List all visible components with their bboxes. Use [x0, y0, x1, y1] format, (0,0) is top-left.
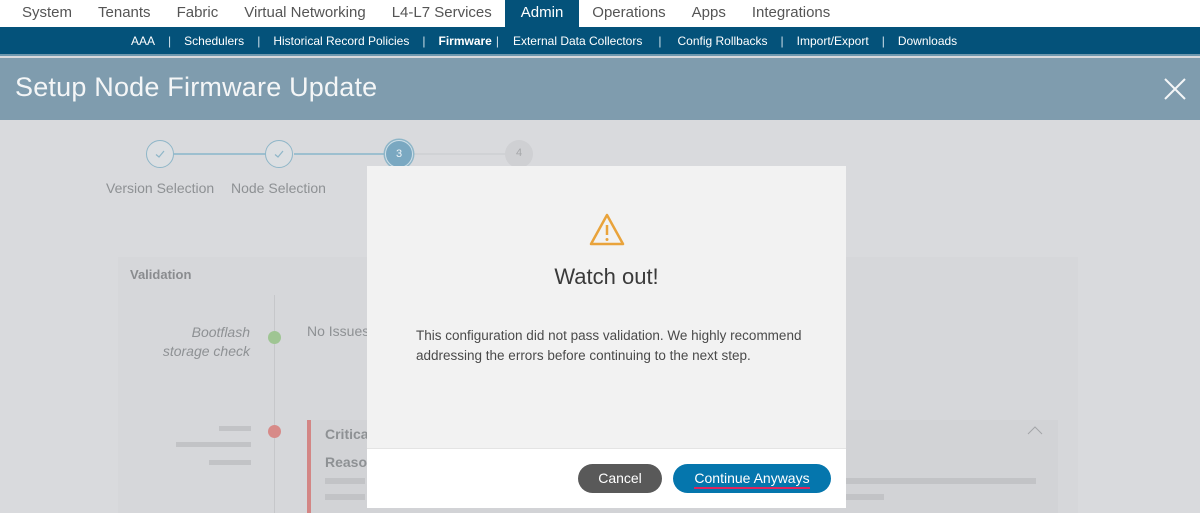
subnav-config-rollbacks[interactable]: Config Rollbacks [677, 34, 767, 48]
modal-footer: Cancel Continue Anyways [367, 448, 846, 508]
chevron-up-icon[interactable] [1027, 425, 1043, 435]
check-label-line: storage check [162, 343, 250, 359]
tab-fabric[interactable]: Fabric [164, 0, 232, 27]
tab-tenants[interactable]: Tenants [85, 0, 164, 27]
close-icon[interactable] [1163, 77, 1187, 101]
check-label-line: Bootflash [191, 324, 250, 340]
sub-nav: AAA | Schedulers | Historical Record Pol… [0, 27, 1200, 56]
checkmark-icon [274, 150, 284, 158]
validation-title: Validation [130, 267, 192, 282]
blurred-text [325, 494, 365, 500]
step-2-label: Node Selection [231, 180, 326, 196]
wizard-title: Setup Node Firmware Update [15, 72, 378, 102]
subnav-separator: | [881, 33, 885, 48]
tab-integrations[interactable]: Integrations [739, 0, 843, 27]
subnav-separator: | [422, 33, 426, 48]
subnav-aaa[interactable]: AAA [131, 34, 155, 48]
timeline-line [274, 295, 275, 513]
modal-message: This configuration did not pass validati… [416, 328, 802, 363]
modal-title: Watch out! [554, 264, 659, 289]
continue-anyways-button[interactable]: Continue Anyways [673, 464, 831, 493]
wizard-header: Setup Node Firmware Update [0, 58, 1200, 120]
step-2[interactable] [265, 140, 293, 168]
check-result: No Issues [307, 323, 370, 339]
step-1-label: Version Selection [106, 180, 215, 196]
step-3[interactable]: 3 [385, 140, 413, 168]
critical-title: Critica [325, 426, 369, 442]
blurred-text [176, 442, 251, 447]
tab-admin[interactable]: Admin [504, 0, 580, 27]
step-connector [414, 153, 506, 155]
check-label-bootflash: Bootflash storage check [163, 323, 250, 361]
subnav-separator: | [168, 33, 172, 48]
subnav-separator: | [257, 33, 261, 48]
tab-virtual-networking[interactable]: Virtual Networking [231, 0, 378, 27]
cancel-button[interactable]: Cancel [578, 464, 662, 493]
tab-l4-l7-services[interactable]: L4-L7 Services [379, 0, 505, 27]
blurred-text [840, 478, 1036, 484]
blurred-text [209, 460, 251, 465]
step-4[interactable]: 4 [505, 140, 533, 168]
subnav-separator: | [495, 33, 499, 48]
step-connector [174, 153, 266, 155]
tab-operations[interactable]: Operations [579, 0, 678, 27]
warning-modal: Watch out! This configuration did not pa… [367, 166, 846, 508]
reason-label: Reaso [325, 454, 368, 470]
continue-anyways-label: Continue Anyways [694, 470, 810, 489]
status-dot-error [268, 425, 281, 438]
warning-triangle-icon [589, 213, 625, 246]
blurred-text [325, 478, 365, 484]
subnav-firmware[interactable]: Firmware [438, 34, 491, 48]
checkmark-icon [155, 150, 165, 158]
subnav-schedulers[interactable]: Schedulers [184, 34, 244, 48]
step-1[interactable] [146, 140, 174, 168]
subnav-import-export[interactable]: Import/Export [797, 34, 869, 48]
subnav-downloads[interactable]: Downloads [898, 34, 957, 48]
subnav-historical-record-policies[interactable]: Historical Record Policies [273, 34, 409, 48]
status-dot-ok [268, 331, 281, 344]
subnav-external-data-collectors[interactable]: External Data Collectors [513, 34, 642, 48]
subnav-separator: | [780, 33, 784, 48]
tab-system[interactable]: System [0, 0, 85, 27]
top-nav: System Tenants Fabric Virtual Networking… [0, 0, 1200, 27]
blurred-text [219, 426, 251, 431]
tab-apps[interactable]: Apps [679, 0, 739, 27]
step-connector [294, 153, 386, 155]
blurred-text [840, 494, 884, 500]
subnav-separator: | [658, 33, 662, 48]
